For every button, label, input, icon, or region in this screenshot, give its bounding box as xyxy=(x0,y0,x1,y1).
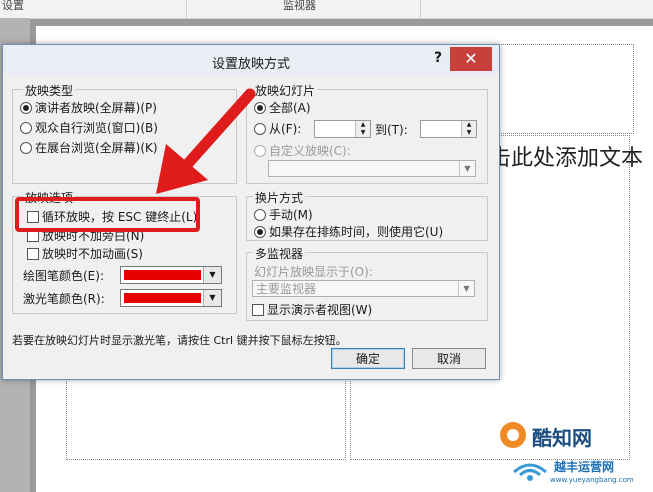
all-slides-radio-label: 全部(A) xyxy=(269,101,311,115)
pen-color-picker[interactable]: ▼ xyxy=(120,266,222,284)
site-url: www.yueyangbang.com xyxy=(550,476,634,484)
custom-show-radio[interactable]: 自定义放映(C): xyxy=(254,142,351,159)
manual-advance-radio[interactable]: 手动(M) xyxy=(254,206,313,223)
use-timings-radio-label: 如果存在排练时间，则使用它(U) xyxy=(269,225,444,239)
display-on-select[interactable]: 主要监视器 ▼ xyxy=(252,280,475,297)
from-slide-radio[interactable]: 从(F): xyxy=(254,120,301,137)
radio-indicator xyxy=(20,121,32,134)
presenter-view-checkbox[interactable]: 显示演示者视图(W) xyxy=(252,301,372,318)
display-on-label: 幻灯片放映显示于(O): xyxy=(254,265,373,279)
checkbox-indicator xyxy=(27,247,39,260)
spinner-arrows-icon[interactable]: ▲ ▼ xyxy=(461,121,476,137)
kiosk-radio[interactable]: 在展台浏览(全屏幕)(K) xyxy=(20,139,158,156)
presenter-radio-label: 演讲者放映(全屏幕)(P) xyxy=(35,101,157,115)
radio-indicator xyxy=(254,225,266,238)
show-type-label: 放映类型 xyxy=(23,82,76,99)
red-arrow-icon xyxy=(156,88,256,194)
show-slides-label: 放映幻灯片 xyxy=(253,82,318,99)
from-slide-radio-label: 从(F): xyxy=(269,122,302,136)
dialog-titlebar[interactable]: 设置放映方式 ? ✕ xyxy=(3,45,499,75)
ribbon-tab-setup[interactable]: 设置 xyxy=(2,0,24,18)
watermark: 酷知网 越丰运营网 www.yueyangbang.com xyxy=(498,418,648,488)
custom-show-radio-label: 自定义放映(C): xyxy=(269,144,351,158)
no-animation-checkbox[interactable]: 放映时不加动画(S) xyxy=(27,245,143,262)
advance-slides-label: 换片方式 xyxy=(253,189,306,206)
manual-advance-radio-label: 手动(M) xyxy=(269,208,313,222)
cancel-button[interactable]: 取消 xyxy=(412,348,486,369)
all-slides-radio[interactable]: 全部(A) xyxy=(254,99,311,116)
dialog-title: 设置放映方式 xyxy=(211,57,290,72)
monitors-label: 多监视器 xyxy=(253,245,306,262)
wifi-logo-icon xyxy=(513,463,547,481)
ribbon-tab-monitor[interactable]: 监视器 xyxy=(283,0,316,18)
chevron-down-icon: ▼ xyxy=(203,290,221,306)
ribbon-strip: 设置 监视器 xyxy=(0,0,653,19)
radio-indicator xyxy=(254,208,266,221)
close-button[interactable]: ✕ xyxy=(450,47,492,71)
laser-color-label: 激光笔颜色(R): xyxy=(23,292,105,306)
brand-text: 酷知网 xyxy=(532,426,592,450)
browsed-individual-radio[interactable]: 观众自行浏览(窗口)(B) xyxy=(20,119,158,136)
radio-indicator xyxy=(20,141,32,154)
no-animation-checkbox-label: 放映时不加动画(S) xyxy=(42,247,143,261)
custom-show-select[interactable]: ▼ xyxy=(268,160,476,177)
from-slide-input[interactable]: ▲ ▼ xyxy=(314,120,371,138)
radio-indicator xyxy=(20,101,32,114)
pen-color-label: 绘图笔颜色(E): xyxy=(23,269,104,283)
use-timings-radio[interactable]: 如果存在排练时间，则使用它(U) xyxy=(254,223,443,240)
checkbox-indicator xyxy=(252,303,264,316)
laser-color-picker[interactable]: ▼ xyxy=(120,289,222,307)
site-name: 越丰运营网 xyxy=(554,460,615,474)
kiosk-radio-label: 在展台浏览(全屏幕)(K) xyxy=(35,141,158,155)
ok-button[interactable]: 确定 xyxy=(331,348,405,369)
chevron-down-icon: ▼ xyxy=(458,281,474,296)
to-slide-input[interactable]: ▲ ▼ xyxy=(420,120,477,138)
help-icon[interactable]: ? xyxy=(434,50,442,66)
pen-color-swatch xyxy=(124,270,201,280)
browsed-individual-radio-label: 观众自行浏览(窗口)(B) xyxy=(35,121,158,135)
brand-logo-icon xyxy=(500,422,526,448)
spinner-arrows-icon[interactable]: ▲ ▼ xyxy=(355,121,370,137)
laser-color-swatch xyxy=(124,293,201,303)
display-on-value: 主要监视器 xyxy=(256,282,317,296)
chevron-down-icon: ▼ xyxy=(203,267,221,283)
ribbon-separator xyxy=(186,0,187,18)
laser-hint-text: 若要在放映幻灯片时显示激光笔，请按住 Ctrl 键并按下鼠标左按钮。 xyxy=(12,334,347,347)
to-slide-label: 到(T): xyxy=(375,123,408,137)
presenter-view-checkbox-label: 显示演示者视图(W) xyxy=(267,303,373,317)
ribbon-separator xyxy=(420,0,421,18)
chevron-down-icon: ▼ xyxy=(459,161,475,176)
presenter-radio[interactable]: 演讲者放映(全屏幕)(P) xyxy=(20,99,157,116)
